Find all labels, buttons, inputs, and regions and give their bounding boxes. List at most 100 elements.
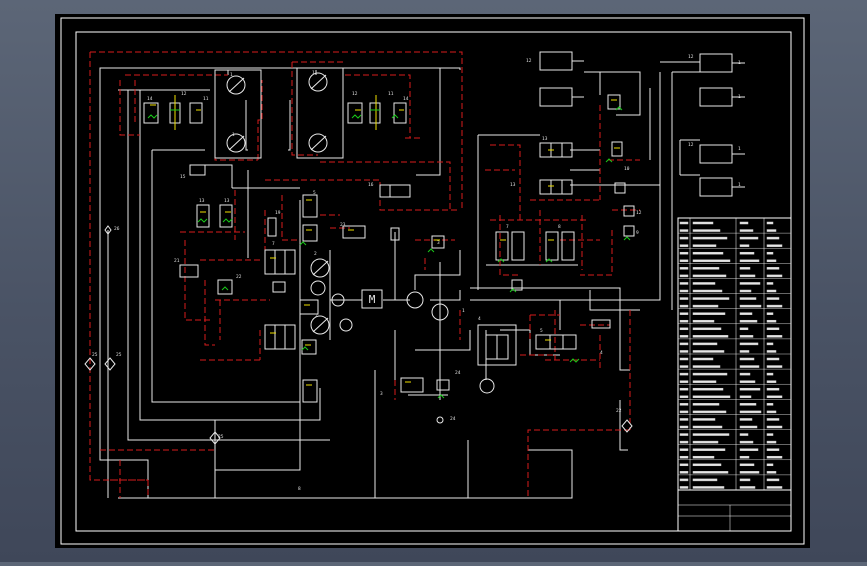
svg-text:3: 3 <box>380 391 383 397</box>
table-cell-text <box>739 365 760 368</box>
svg-text:16: 16 <box>368 182 374 188</box>
table-cell-text <box>739 372 751 376</box>
table-cell-text <box>679 433 689 436</box>
table-cell-text <box>692 463 722 467</box>
table-cell-text <box>692 267 720 270</box>
table-cell-text <box>679 312 689 315</box>
hydraulic-schematic: M 141211 12 1114 111 151613 13519 21227 … <box>55 14 810 548</box>
table-cell-text <box>739 380 756 383</box>
svg-text:8: 8 <box>558 224 561 230</box>
table-cell-text <box>692 365 721 368</box>
table-cell-text <box>739 455 750 459</box>
table-cell-text <box>739 312 753 315</box>
table-cell-text <box>739 448 759 451</box>
table-cell-text <box>739 327 749 331</box>
table-cell-text <box>679 448 689 451</box>
table-cell-text <box>692 327 722 331</box>
table-cell-text <box>692 357 714 361</box>
svg-text:12: 12 <box>688 54 694 60</box>
table-cell-text <box>679 455 689 459</box>
table-cell-text <box>739 342 759 346</box>
table-cell-text <box>766 319 777 323</box>
svg-text:11: 11 <box>388 91 394 97</box>
svg-text:4: 4 <box>478 316 481 322</box>
table-cell-text <box>679 380 689 383</box>
table-cell-text <box>679 259 689 263</box>
table-cell-text <box>766 463 774 467</box>
svg-text:1: 1 <box>462 308 465 314</box>
table-cell-text <box>679 357 689 361</box>
table-cell-text <box>766 304 783 308</box>
table-cell-text <box>692 319 715 323</box>
table-cell-text <box>679 403 689 406</box>
svg-text:1: 1 <box>312 70 315 76</box>
table-cell-text <box>739 418 753 421</box>
table-cell-text <box>766 486 783 489</box>
table-cell-text <box>692 312 726 315</box>
table-cell-text <box>766 440 777 444</box>
table-cell-text <box>679 410 689 414</box>
table-cell-text <box>679 282 689 285</box>
svg-text:14: 14 <box>403 96 409 102</box>
table-cell-text <box>692 289 723 293</box>
table-cell-text <box>766 410 777 414</box>
table-cell-text <box>692 486 725 489</box>
table-cell-text <box>739 236 759 240</box>
table-cell-text <box>766 251 774 255</box>
table-cell-text <box>766 478 780 482</box>
svg-text:26: 26 <box>114 226 120 232</box>
table-cell-text <box>739 289 752 293</box>
table-cell-text <box>692 221 714 225</box>
table-cell-text <box>739 425 758 429</box>
table-cell-text <box>679 372 689 376</box>
table-cell-text <box>766 387 780 391</box>
table-cell-text <box>739 440 754 444</box>
table-cell-text <box>766 448 780 451</box>
table-cell-text <box>692 244 717 247</box>
svg-text:1: 1 <box>232 132 235 138</box>
table-cell-text <box>692 274 727 278</box>
svg-text:15: 15 <box>180 174 186 180</box>
table-cell-text <box>692 282 716 285</box>
table-cell-text <box>739 221 749 225</box>
drawing-paper <box>55 14 810 548</box>
table-cell-text <box>766 433 774 436</box>
table-cell-text <box>679 251 689 255</box>
table-cell-text <box>692 403 720 406</box>
table-cell-text <box>766 455 783 459</box>
table-cell-text <box>739 478 751 482</box>
table-cell-text <box>679 304 689 308</box>
table-cell-text <box>692 251 724 255</box>
table-cell-text <box>739 244 750 247</box>
table-cell-text <box>679 440 689 444</box>
table-cell-text <box>739 251 755 255</box>
table-cell-text <box>692 471 729 474</box>
table-cell-text <box>739 387 761 391</box>
table-cell-text <box>739 395 752 399</box>
svg-text:12: 12 <box>181 91 187 97</box>
svg-text:13: 13 <box>199 198 205 204</box>
table-cell-text <box>766 244 783 247</box>
table-cell-text <box>679 229 689 232</box>
table-cell-text <box>679 350 689 353</box>
svg-text:13: 13 <box>510 182 516 188</box>
svg-text:25: 25 <box>218 434 224 440</box>
svg-text:9: 9 <box>636 230 639 236</box>
table-cell-text <box>679 274 689 278</box>
table-cell-text <box>692 304 719 308</box>
svg-text:13: 13 <box>542 136 548 142</box>
table-cell-text <box>692 410 727 414</box>
table-cell-text <box>766 274 783 278</box>
table-cell-text <box>766 350 777 353</box>
table-cell-text <box>679 267 689 270</box>
cad-viewport: M 14 12 11 12 11 14 1 1 1 15 16 13 13 5 … <box>0 0 867 562</box>
table-cell-text <box>766 282 774 285</box>
svg-text:21: 21 <box>174 258 180 264</box>
svg-text:25: 25 <box>92 352 98 358</box>
table-cell-text <box>692 478 718 482</box>
table-cell-text <box>692 455 715 459</box>
table-cell-text <box>692 372 728 376</box>
table-cell-text <box>739 486 756 489</box>
table-cell-text <box>692 433 730 436</box>
table-cell-text <box>766 365 783 368</box>
